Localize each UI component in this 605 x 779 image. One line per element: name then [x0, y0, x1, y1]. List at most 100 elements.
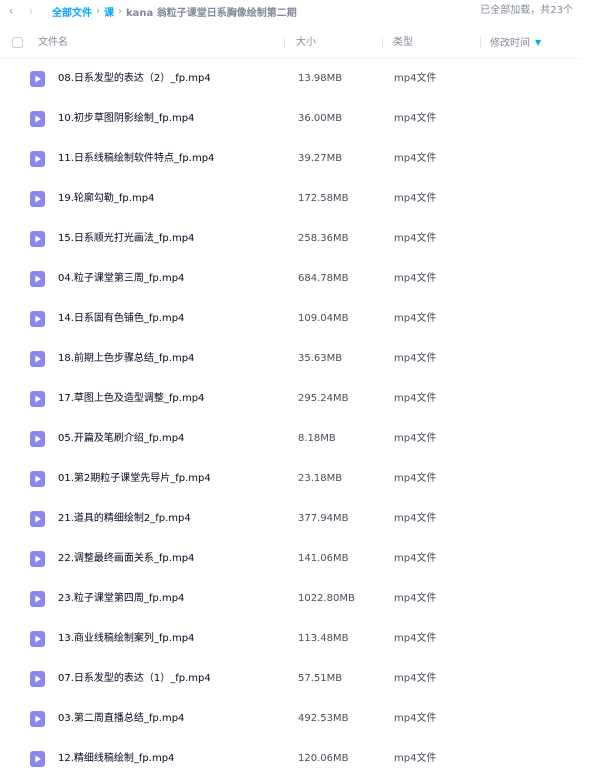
file-list-header: 文件名 大小 类型 修改时间 ▼: [0, 28, 580, 59]
column-header-modified-label: 修改时间: [490, 38, 530, 49]
breadcrumb-root-link[interactable]: 全部文件: [52, 4, 92, 19]
column-divider: [480, 37, 481, 49]
file-row[interactable]: 17.草图上色及造型调整_fp.mp4 295.24MB mp4文件: [0, 379, 580, 419]
file-type: mp4文件: [394, 593, 437, 604]
file-type: mp4文件: [394, 233, 437, 244]
file-row[interactable]: 21.道具的精细绘制2_fp.mp4 377.94MB mp4文件: [0, 499, 580, 539]
file-size: 39.27MB: [298, 153, 343, 164]
video-file-icon: [30, 711, 45, 727]
file-row[interactable]: 19.轮廓勾勒_fp.mp4 172.58MB mp4文件: [0, 179, 580, 219]
video-file-icon: [30, 551, 45, 567]
file-size: 35.63MB: [298, 353, 343, 364]
column-divider: [382, 37, 383, 49]
file-row[interactable]: 22.调整最终画面关系_fp.mp4 141.06MB mp4文件: [0, 539, 580, 579]
file-row[interactable]: 01.第2期粒子课堂先导片_fp.mp4 23.18MB mp4文件: [0, 459, 580, 499]
column-header-modified[interactable]: 修改时间 ▼: [490, 28, 541, 59]
file-type: mp4文件: [394, 273, 437, 284]
back-arrow-icon[interactable]: ‹: [4, 0, 18, 22]
file-type: mp4文件: [394, 513, 437, 524]
file-type: mp4文件: [394, 753, 437, 764]
column-header-name[interactable]: 文件名: [38, 28, 68, 58]
breadcrumb-bar: ‹ › 全部文件 › 课 › kana 翁粒子课堂日系胸像绘制第二期 已全部加载…: [0, 0, 605, 22]
video-file-icon: [30, 391, 45, 407]
chevron-right-icon: ›: [96, 5, 100, 17]
file-name[interactable]: 23.粒子课堂第四周_fp.mp4: [58, 579, 184, 619]
video-file-icon: [30, 311, 45, 327]
file-size: 113.48MB: [298, 633, 349, 644]
video-file-icon: [30, 151, 45, 167]
column-header-type[interactable]: 类型: [393, 28, 413, 58]
file-type: mp4文件: [394, 433, 437, 444]
sort-descending-icon[interactable]: ▼: [535, 28, 541, 58]
file-name[interactable]: 11.日系线稿绘制软件特点_fp.mp4: [58, 139, 214, 179]
file-type: mp4文件: [394, 353, 437, 364]
file-row[interactable]: 08.日系发型的表达（2）_fp.mp4 13.98MB mp4文件: [0, 59, 580, 99]
file-type: mp4文件: [394, 113, 437, 124]
video-file-icon: [30, 671, 45, 687]
file-row[interactable]: 15.日系顺光打光画法_fp.mp4 258.36MB mp4文件: [0, 219, 580, 259]
file-name[interactable]: 22.调整最终画面关系_fp.mp4: [58, 539, 194, 579]
video-file-icon: [30, 231, 45, 247]
file-row[interactable]: 05.开篇及笔刷介绍_fp.mp4 8.18MB mp4文件: [0, 419, 580, 459]
file-type: mp4文件: [394, 673, 437, 684]
column-header-size[interactable]: 大小: [296, 28, 316, 58]
file-type: mp4文件: [394, 553, 437, 564]
file-name[interactable]: 10.初步草图阴影绘制_fp.mp4: [58, 99, 194, 139]
file-name[interactable]: 01.第2期粒子课堂先导片_fp.mp4: [58, 459, 211, 499]
file-type: mp4文件: [394, 713, 437, 724]
file-size: 1022.80MB: [298, 593, 355, 604]
file-name[interactable]: 04.粒子课堂第三周_fp.mp4: [58, 259, 184, 299]
file-name[interactable]: 13.商业线稿绘制案列_fp.mp4: [58, 619, 194, 659]
file-name[interactable]: 18.前期上色步骤总结_fp.mp4: [58, 339, 194, 379]
file-row[interactable]: 10.初步草图阴影绘制_fp.mp4 36.00MB mp4文件: [0, 99, 580, 139]
select-all-checkbox[interactable]: [12, 37, 23, 48]
file-size: 13.98MB: [298, 73, 343, 84]
file-row[interactable]: 12.精细线稿绘制_fp.mp4 120.06MB mp4文件: [0, 739, 580, 779]
file-row[interactable]: 14.日系固有色铺色_fp.mp4 109.04MB mp4文件: [0, 299, 580, 339]
forward-arrow-icon[interactable]: ›: [24, 0, 38, 22]
file-size: 684.78MB: [298, 273, 349, 284]
file-row[interactable]: 04.粒子课堂第三周_fp.mp4 684.78MB mp4文件: [0, 259, 580, 299]
file-type: mp4文件: [394, 393, 437, 404]
file-name[interactable]: 14.日系固有色铺色_fp.mp4: [58, 299, 184, 339]
video-file-icon: [30, 431, 45, 447]
loaded-count-text: 已全部加载，共23个: [480, 5, 573, 16]
file-row[interactable]: 13.商业线稿绘制案列_fp.mp4 113.48MB mp4文件: [0, 619, 580, 659]
file-row[interactable]: 23.粒子课堂第四周_fp.mp4 1022.80MB mp4文件: [0, 579, 580, 619]
file-name[interactable]: 15.日系顺光打光画法_fp.mp4: [58, 219, 194, 259]
file-name[interactable]: 17.草图上色及造型调整_fp.mp4: [58, 379, 204, 419]
breadcrumb-folder-link[interactable]: 课: [104, 4, 114, 19]
file-name[interactable]: 03.第二周直播总结_fp.mp4: [58, 699, 184, 739]
file-row[interactable]: 11.日系线稿绘制软件特点_fp.mp4 39.27MB mp4文件: [0, 139, 580, 179]
file-type: mp4文件: [394, 153, 437, 164]
file-size: 141.06MB: [298, 553, 349, 564]
file-size: 8.18MB: [298, 433, 336, 444]
file-row[interactable]: 18.前期上色步骤总结_fp.mp4 35.63MB mp4文件: [0, 339, 580, 379]
file-size: 377.94MB: [298, 513, 349, 524]
video-file-icon: [30, 591, 45, 607]
chevron-right-icon: ›: [118, 5, 122, 17]
breadcrumb: 全部文件 › 课 › kana 翁粒子课堂日系胸像绘制第二期: [52, 4, 297, 19]
file-row[interactable]: 07.日系发型的表达（1）_fp.mp4 57.51MB mp4文件: [0, 659, 580, 699]
file-type: mp4文件: [394, 633, 437, 644]
file-name[interactable]: 19.轮廓勾勒_fp.mp4: [58, 179, 154, 219]
file-size: 258.36MB: [298, 233, 349, 244]
file-list: 08.日系发型的表达（2）_fp.mp4 13.98MB mp4文件 10.初步草图阴…: [0, 59, 580, 779]
file-name[interactable]: 07.日系发型的表达（1）_fp.mp4: [58, 659, 211, 699]
file-name[interactable]: 05.开篇及笔刷介绍_fp.mp4: [58, 419, 184, 459]
video-file-icon: [30, 111, 45, 127]
file-name[interactable]: 12.精细线稿绘制_fp.mp4: [58, 739, 174, 779]
file-row[interactable]: 03.第二周直播总结_fp.mp4 492.53MB mp4文件: [0, 699, 580, 739]
video-file-icon: [30, 71, 45, 87]
file-type: mp4文件: [394, 313, 437, 324]
file-size: 492.53MB: [298, 713, 349, 724]
file-size: 172.58MB: [298, 193, 349, 204]
file-size: 57.51MB: [298, 673, 343, 684]
video-file-icon: [30, 631, 45, 647]
file-type: mp4文件: [394, 473, 437, 484]
file-size: 109.04MB: [298, 313, 349, 324]
file-size: 120.06MB: [298, 753, 349, 764]
file-name[interactable]: 21.道具的精细绘制2_fp.mp4: [58, 499, 191, 539]
file-name[interactable]: 08.日系发型的表达（2）_fp.mp4: [58, 59, 211, 99]
file-type: mp4文件: [394, 193, 437, 204]
